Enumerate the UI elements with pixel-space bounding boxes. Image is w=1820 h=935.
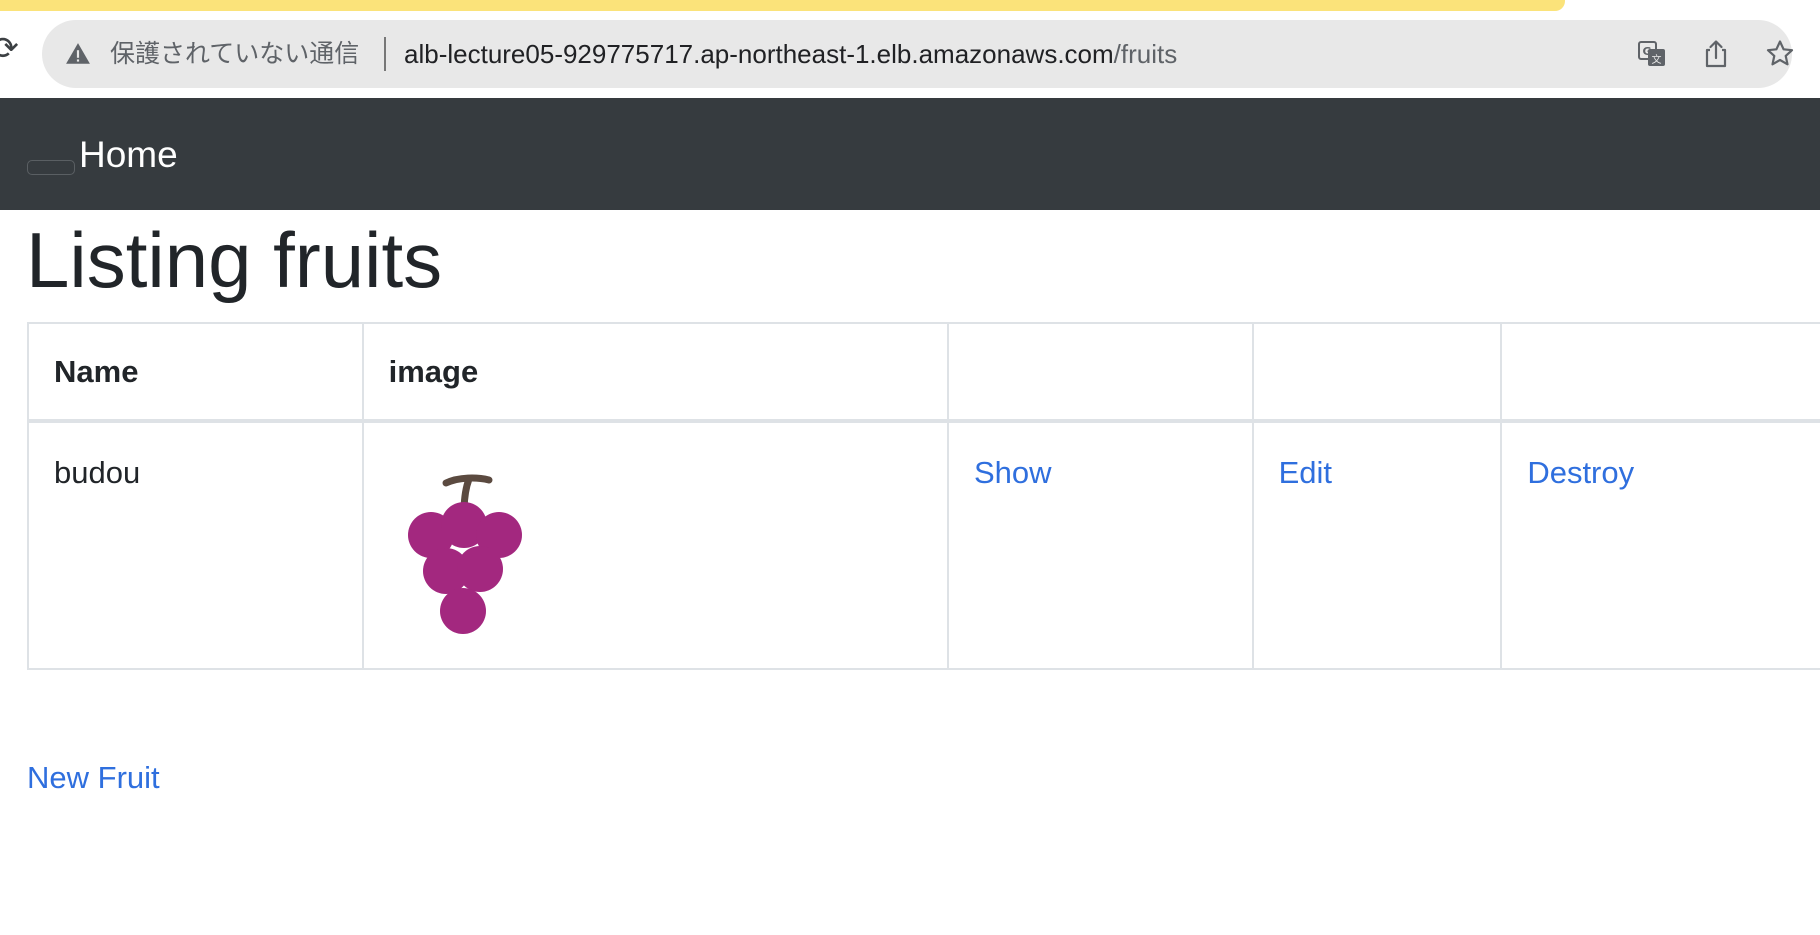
app-navbar: Home	[0, 98, 1820, 210]
address-bar-divider	[384, 37, 386, 71]
warning-icon[interactable]	[65, 41, 91, 67]
browser-toolbar: ⟳ 保護されていない通信 alb-lecture05-929775717.ap-…	[0, 0, 1820, 98]
column-header-name: Name	[27, 322, 364, 423]
tab-strip-highlight	[0, 0, 1565, 11]
translate-icon[interactable]: G 文	[1636, 38, 1668, 70]
edit-cell: Edit	[1251, 420, 1503, 670]
fruits-table: Name image budou Show Edit Destroy	[27, 322, 1820, 670]
bookmark-star-icon[interactable]	[1764, 38, 1796, 70]
table-row: budou Show Edit Destroy	[27, 420, 1820, 670]
url-text[interactable]: alb-lecture05-929775717.ap-northeast-1.e…	[404, 38, 1177, 70]
address-bar[interactable]: 保護されていない通信 alb-lecture05-929775717.ap-no…	[42, 20, 1794, 88]
svg-text:G: G	[1643, 45, 1652, 58]
column-header-show	[946, 322, 1254, 423]
show-link[interactable]: Show	[974, 455, 1052, 490]
grape-icon	[407, 474, 522, 634]
fruit-name-cell: budou	[27, 420, 364, 670]
browser-viewport: ⟳ 保護されていない通信 alb-lecture05-929775717.ap-…	[0, 0, 1820, 935]
url-path: /fruits	[1113, 39, 1178, 69]
column-header-destroy	[1500, 322, 1820, 423]
edit-link[interactable]: Edit	[1279, 455, 1332, 490]
reload-icon[interactable]: ⟳	[0, 32, 19, 64]
column-header-image: image	[361, 322, 949, 423]
table-header-row: Name image	[27, 322, 1820, 423]
show-cell: Show	[946, 420, 1254, 670]
security-status-label[interactable]: 保護されていない通信	[110, 38, 359, 70]
column-header-edit	[1251, 322, 1503, 423]
url-host: alb-lecture05-929775717.ap-northeast-1.e…	[404, 39, 1114, 69]
fruit-image-cell	[361, 420, 949, 670]
page-title: Listing fruits	[26, 216, 443, 304]
new-fruit-link[interactable]: New Fruit	[27, 759, 160, 797]
navbar-home-link[interactable]: Home	[79, 134, 178, 176]
share-icon[interactable]	[1700, 38, 1732, 70]
destroy-link[interactable]: Destroy	[1527, 455, 1634, 490]
destroy-cell: Destroy	[1500, 420, 1820, 670]
navbar-toggler-button[interactable]	[27, 160, 75, 175]
svg-text:文: 文	[1652, 53, 1662, 66]
